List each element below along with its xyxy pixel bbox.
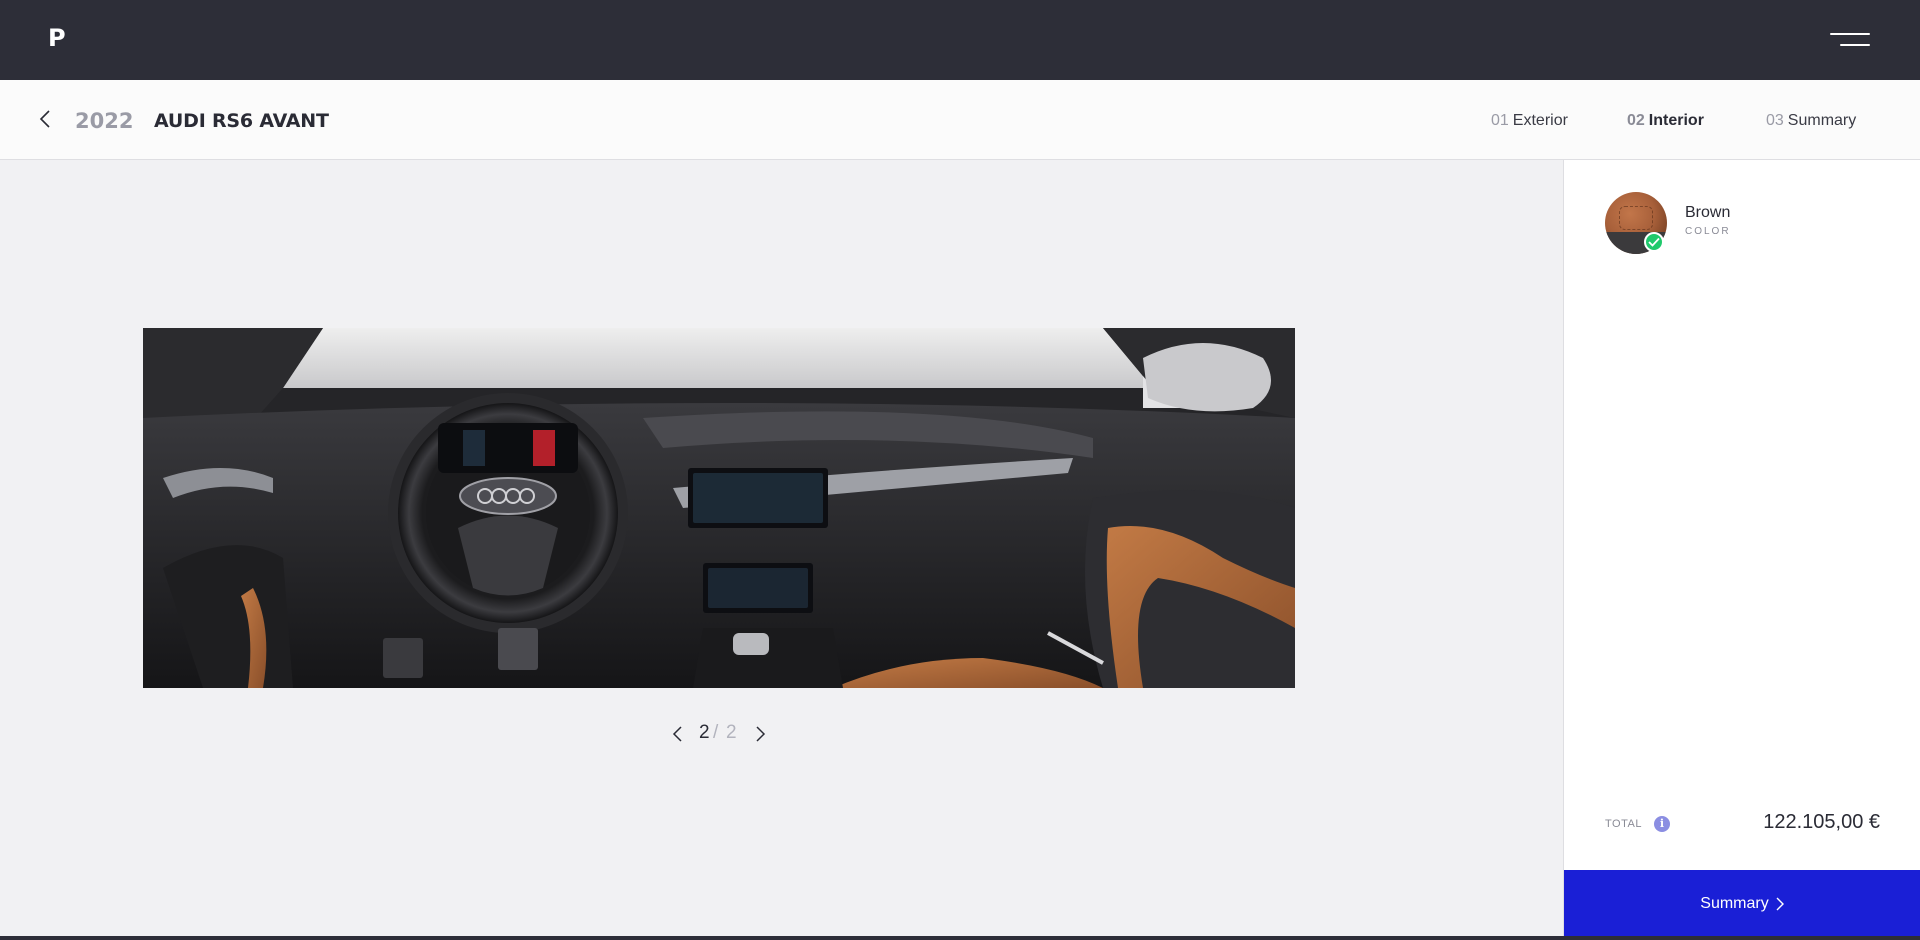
options-sidebar: Brown COLOR TOTAL i 122.105,00 € Summary — [1563, 160, 1920, 940]
step-exterior[interactable]: 01 Exterior — [1491, 112, 1568, 130]
chevron-right-icon[interactable] — [752, 724, 768, 744]
option-category: COLOR — [1685, 226, 1731, 237]
step-number: 03 — [1766, 112, 1784, 129]
check-icon — [1644, 232, 1664, 252]
chevron-right-icon — [1776, 897, 1784, 910]
step-interior[interactable]: 02 Interior — [1627, 112, 1704, 130]
step-summary[interactable]: 03 Summary — [1766, 112, 1856, 130]
configurator-header: 2022 AUDI RS6 AVANT 01 Exterior 02 Interio… — [0, 80, 1920, 160]
leather-stitch — [1619, 206, 1653, 230]
info-icon[interactable]: i — [1654, 816, 1670, 832]
step-number: 01 — [1491, 112, 1509, 129]
car-interior-illustration — [143, 328, 1295, 688]
step-label: Exterior — [1512, 112, 1568, 129]
summary-button-label: Summary — [1700, 894, 1769, 912]
menu-line — [1840, 44, 1870, 46]
option-name: Brown — [1685, 204, 1731, 221]
top-bar: P — [0, 0, 1920, 80]
summary-button[interactable]: Summary — [1564, 870, 1920, 937]
brand-logo[interactable]: P — [48, 24, 66, 52]
step-label: Interior — [1648, 112, 1704, 129]
menu-line — [1830, 33, 1870, 35]
bottom-edge — [0, 936, 1920, 940]
total-label: TOTAL — [1605, 818, 1642, 830]
car-interior-image — [143, 328, 1295, 688]
step-number: 02 — [1627, 112, 1645, 129]
pager-current: 2 — [699, 722, 710, 743]
step-label: Summary — [1787, 112, 1857, 129]
hamburger-menu-icon[interactable] — [1830, 33, 1870, 47]
chevron-left-icon[interactable] — [670, 724, 686, 744]
step-navigation: 01 Exterior 02 Interior 03 Summary — [0, 112, 1920, 132]
pager-separator: / — [713, 722, 719, 743]
pager-total: 2 — [726, 722, 737, 743]
image-pager: 2 / 2 — [670, 722, 770, 746]
total-price: 122.105,00 € — [1763, 811, 1880, 833]
